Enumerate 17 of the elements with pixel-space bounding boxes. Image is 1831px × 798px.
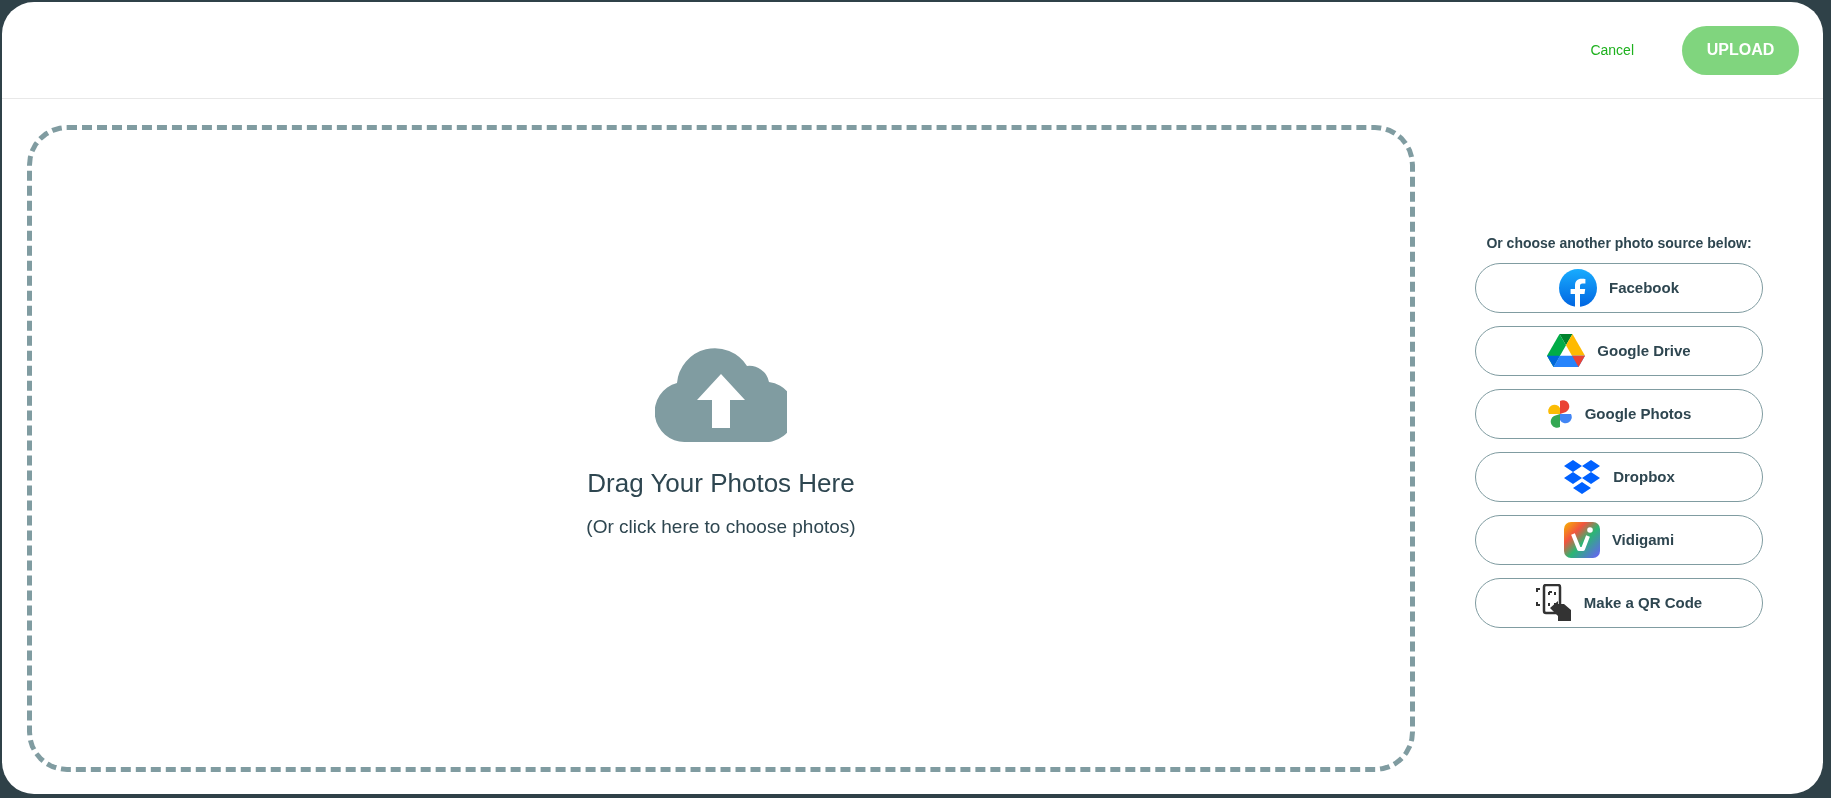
facebook-icon <box>1559 269 1597 307</box>
v-logo-icon <box>1563 522 1600 558</box>
triangle-logo-icon <box>1547 334 1586 368</box>
source-button[interactable]: Google Drive <box>1475 326 1763 376</box>
dropzone-subtitle: (Or click here to choose photos) <box>586 514 856 539</box>
source-button[interactable]: Vidigami <box>1475 515 1763 565</box>
phone-scan-icon <box>1535 584 1572 622</box>
dropzone-title: Drag Your Photos Here <box>587 466 855 500</box>
dropbox-icon <box>1563 458 1602 496</box>
dropzone[interactable]: Drag Your Photos Here (Or click here to choose photos) <box>27 125 1415 772</box>
source-button[interactable]: Make a QR Code <box>1475 578 1763 628</box>
source-button[interactable]: Dropbox <box>1475 452 1763 502</box>
sources-heading: Or choose another photo source below: <box>1486 234 1752 253</box>
cloud-upload-icon <box>655 347 787 442</box>
pinwheel-icon <box>1546 399 1573 429</box>
source-button[interactable]: Google Photos <box>1475 389 1763 439</box>
source-button[interactable]: Facebook <box>1475 263 1763 313</box>
